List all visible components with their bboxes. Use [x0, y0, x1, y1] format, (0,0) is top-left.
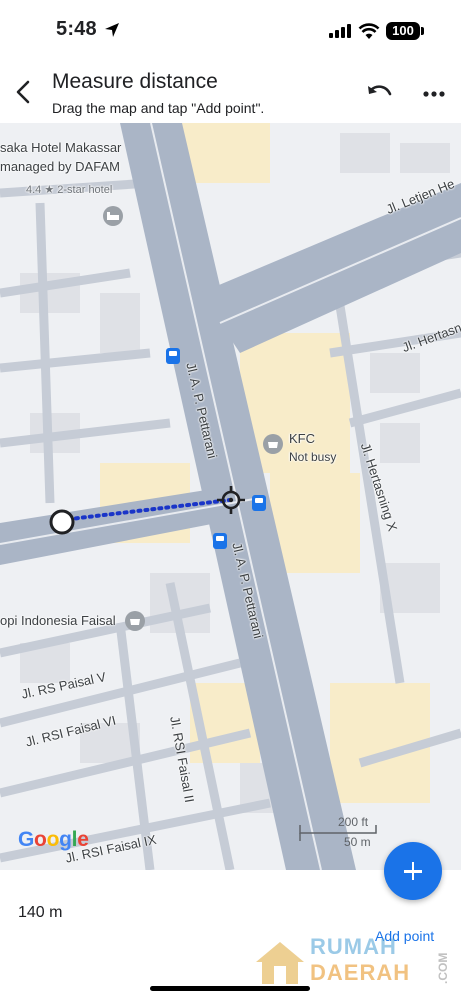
measure-start-point — [49, 509, 75, 535]
page-title: Measure distance — [52, 70, 218, 93]
hotel-manager-label[interactable]: managed by DAFAM — [0, 159, 120, 174]
cellular-signal-icon — [329, 24, 351, 38]
undo-icon[interactable] — [364, 80, 394, 106]
status-bar: 5:48 100 — [0, 0, 461, 62]
map-view[interactable]: saka Hotel Makassar managed by DAFAM 4.4… — [0, 123, 461, 870]
status-time: 5:48 — [56, 18, 97, 40]
restaurant-icon[interactable] — [262, 433, 284, 455]
more-vert-icon[interactable] — [420, 82, 448, 106]
hotel-icon[interactable] — [102, 205, 124, 227]
google-logo: Google — [18, 828, 89, 852]
google-logo-letter: G — [18, 828, 35, 851]
hotel-rating-label: 4.4 ★ 2-star hotel — [26, 184, 113, 196]
kopi-label[interactable]: opi Indonesia Faisal — [0, 613, 116, 628]
total-distance: 140 m — [18, 904, 63, 921]
page-subtitle: Drag the map and tap "Add point". — [52, 100, 265, 116]
watermark-line1: RUMAH — [310, 934, 397, 959]
add-point-button[interactable] — [384, 842, 442, 900]
watermark-suffix: .COM — [436, 952, 450, 984]
watermark-line2: DAERAH — [310, 960, 411, 985]
wifi-icon — [358, 23, 380, 39]
house-logo-icon — [256, 942, 304, 984]
google-logo-letter: e — [77, 828, 89, 851]
watermark: RUMAH DAERAH .COM — [252, 932, 452, 994]
hotel-name-label[interactable]: saka Hotel Makassar — [0, 140, 121, 155]
measure-header: Measure distance Drag the map and tap "A… — [0, 62, 461, 123]
google-logo-letter: g — [59, 828, 72, 851]
scale-imperial: 200 ft — [338, 815, 369, 829]
map-scale: 200 ft 50 m — [298, 813, 378, 849]
kfc-status-label: Not busy — [289, 450, 337, 464]
google-logo-letter: o — [34, 828, 47, 851]
kfc-label[interactable]: KFC — [289, 431, 315, 446]
scale-metric: 50 m — [344, 835, 371, 849]
restaurant-icon[interactable] — [124, 610, 146, 632]
back-arrow-icon[interactable] — [10, 76, 38, 108]
battery-indicator: 100 — [386, 22, 420, 40]
crosshair-icon — [217, 486, 245, 514]
location-arrow-icon — [105, 23, 119, 37]
bus-stop-icon[interactable] — [252, 495, 266, 511]
battery-cap — [421, 27, 424, 35]
plus-icon — [411, 862, 415, 880]
google-logo-letter: o — [46, 828, 60, 851]
bus-stop-icon[interactable] — [213, 533, 227, 549]
bus-stop-icon[interactable] — [166, 348, 180, 364]
